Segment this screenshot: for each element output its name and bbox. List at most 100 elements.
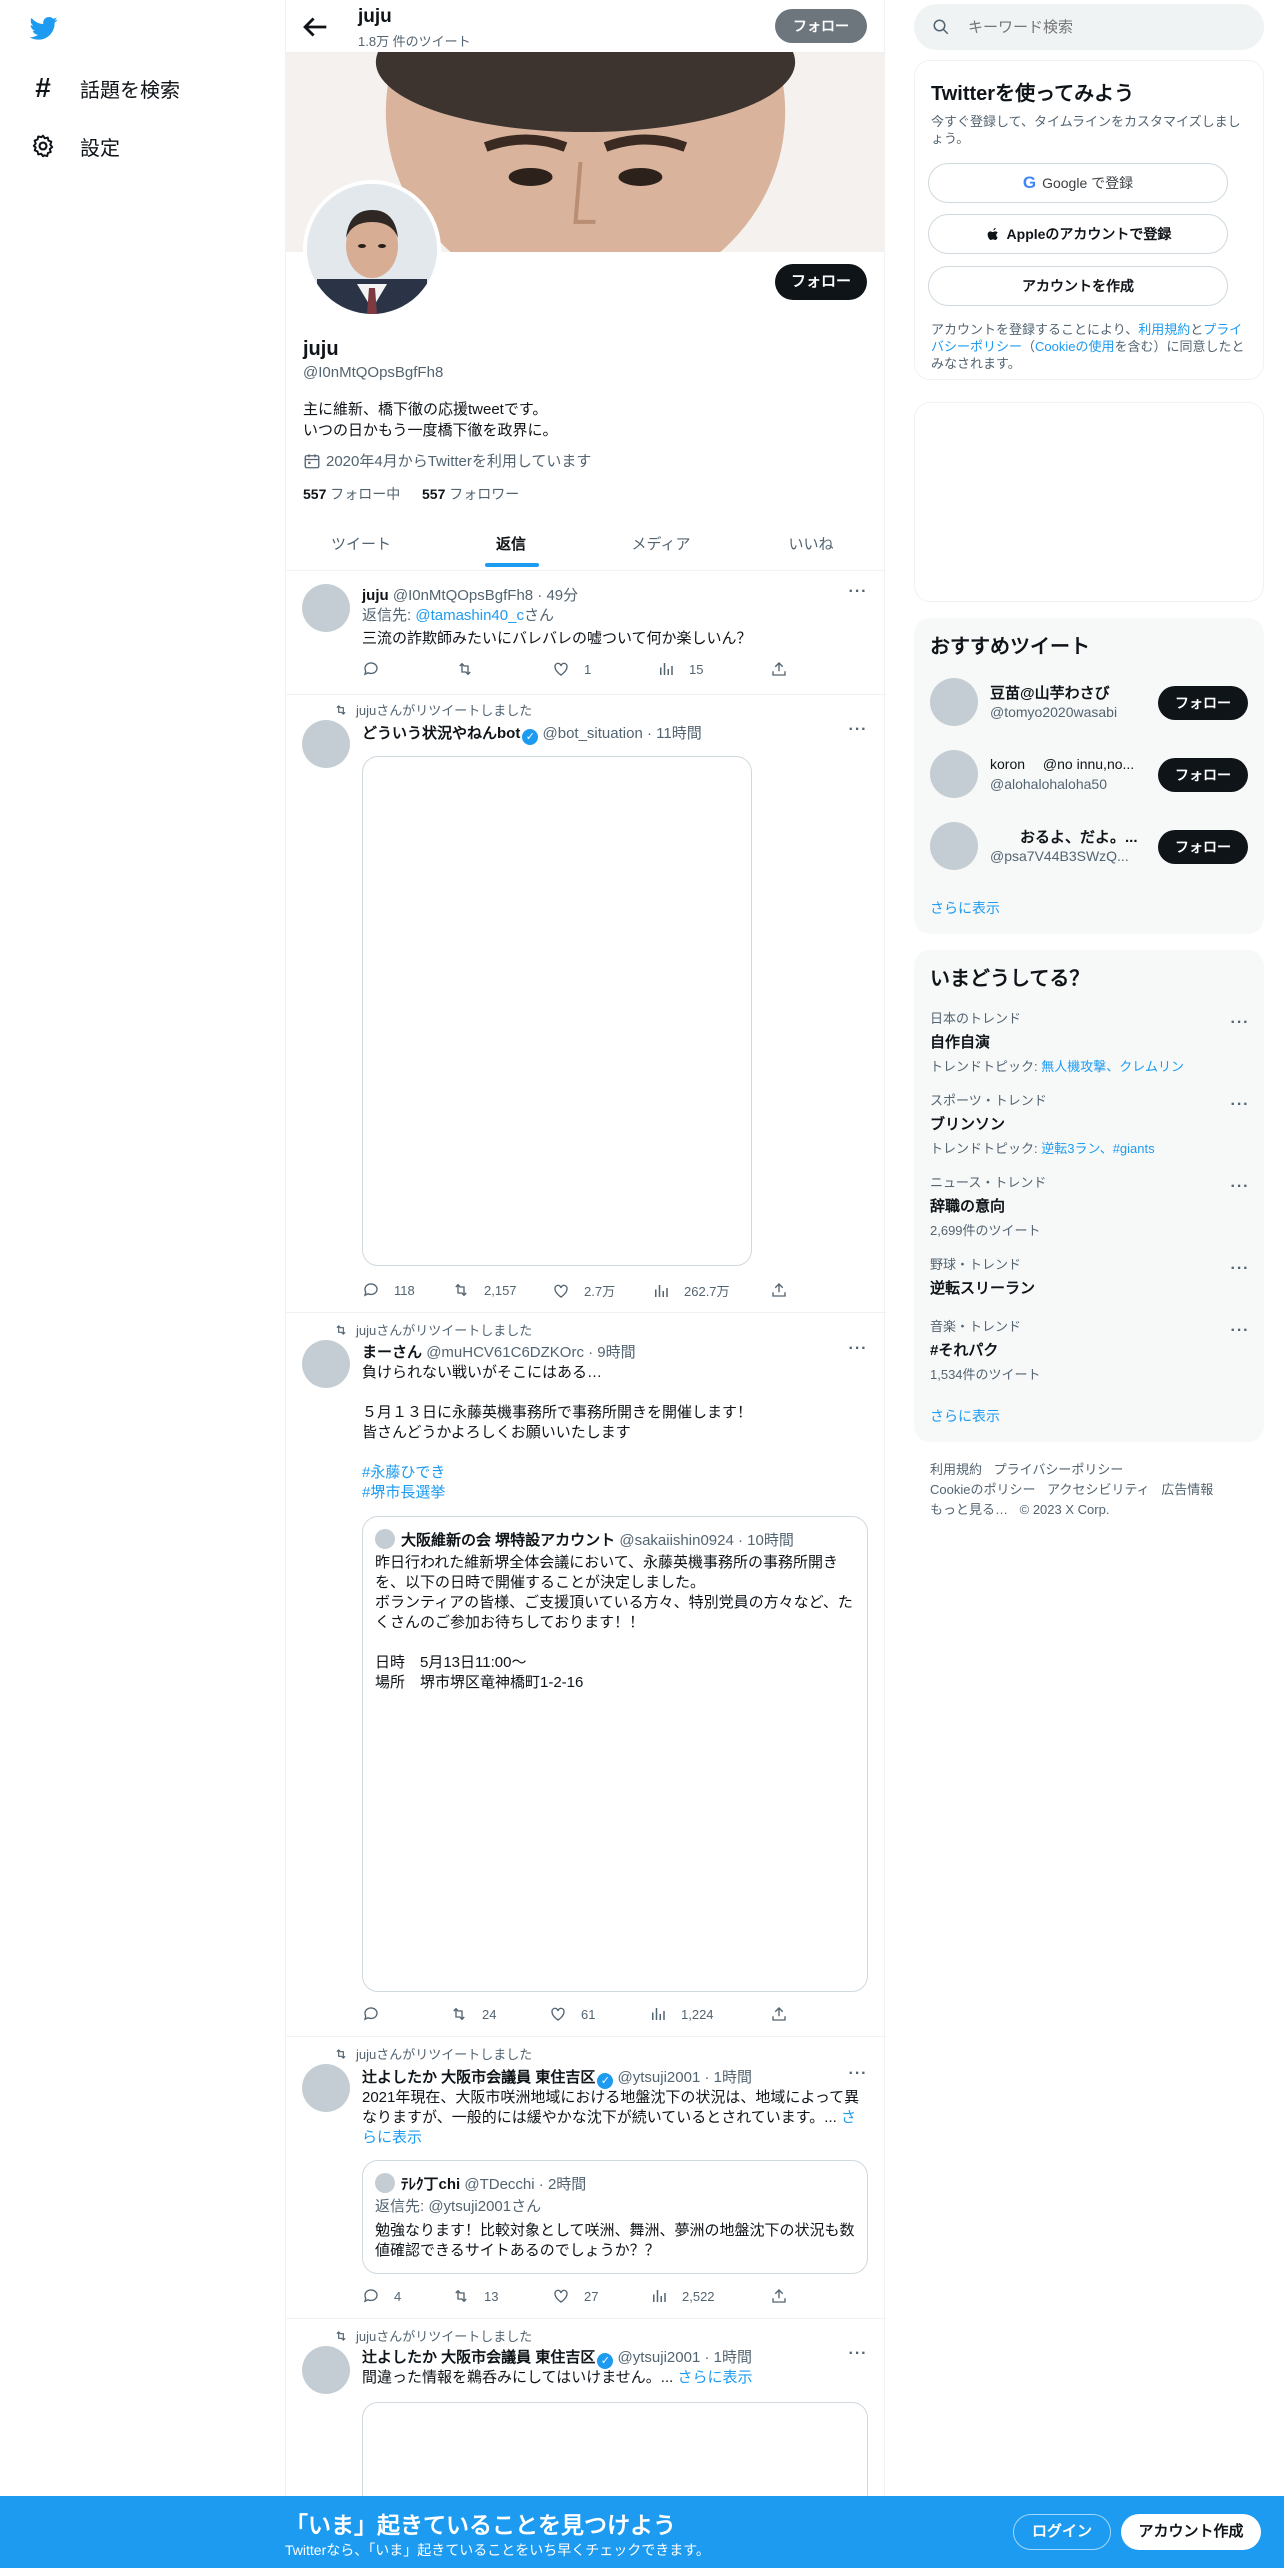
recommend-handle[interactable]: @psa7V44B3SWzQ... xyxy=(990,848,1129,864)
recommend-handle[interactable]: @alohalohaloha50 xyxy=(990,776,1107,792)
tweet-time[interactable]: 11時間 xyxy=(656,725,702,742)
profile-following[interactable]: 557 フォロー中 xyxy=(303,484,400,504)
recommend-name[interactable]: koron @no innu,no... xyxy=(990,754,1150,774)
footer-cookie-link[interactable]: Cookieのポリシー xyxy=(930,1482,1035,1497)
recommend-name[interactable]: おるよ、だよ。... xyxy=(990,826,1150,847)
views-action[interactable]: 262.7万 xyxy=(652,1281,730,1300)
share-action[interactable] xyxy=(770,660,788,678)
cookie-link[interactable]: Cookieの使用 xyxy=(1035,339,1114,354)
more-icon[interactable]: ··· xyxy=(846,2345,870,2363)
tweet-author-handle[interactable]: @ytsuji2001 xyxy=(618,2349,701,2366)
search-input[interactable] xyxy=(968,18,1228,36)
tweet-time[interactable]: 1時間 xyxy=(714,2069,752,2086)
recommend-name[interactable]: 豆苗@山芋わさび xyxy=(990,682,1140,703)
more-icon[interactable]: ··· xyxy=(1228,1014,1252,1032)
tweet-author-name[interactable]: どういう状況やねんbot xyxy=(362,725,520,742)
apple-signup-button[interactable]: Appleのアカウントで登録 xyxy=(928,214,1228,254)
reply-action[interactable]: 4 xyxy=(362,2287,401,2305)
footer-ads-link[interactable]: 広告情報 xyxy=(1161,1482,1213,1497)
tweet-media[interactable] xyxy=(362,756,752,1266)
recommend-show-more[interactable]: さらに表示 xyxy=(930,898,1000,918)
footer-accessibility-link[interactable]: アクセシビリティ xyxy=(1047,1482,1150,1497)
reply-action[interactable] xyxy=(362,660,394,678)
tweet-author-name[interactable]: 辻よしたか 大阪市会議員 東住吉区 xyxy=(362,2349,595,2366)
retweeted-by-text[interactable]: jujuさんがリツイートしました xyxy=(356,2044,532,2063)
tweet-author-name[interactable]: まーさん xyxy=(362,1344,422,1361)
recommend-avatar[interactable] xyxy=(930,750,978,798)
tweet-author-handle[interactable]: @bot_situation xyxy=(543,725,643,742)
trend-item[interactable]: 音楽・トレンド #それパク 1,534件のツイート xyxy=(930,1316,1254,1383)
trends-show-more[interactable]: さらに表示 xyxy=(930,1406,1000,1426)
tweet-author-name[interactable]: juju xyxy=(362,587,389,604)
quote-tweet[interactable]: 大阪維新の会 堺特設アカウント @sakaiishin0924 · 10時間 昨… xyxy=(362,1516,868,1992)
footer-terms-link[interactable]: 利用規約 xyxy=(930,1462,982,1477)
retweet-action[interactable] xyxy=(456,660,488,678)
google-signup-button[interactable]: G Google で登録 xyxy=(928,163,1228,203)
like-action[interactable]: 61 xyxy=(549,2005,595,2023)
like-action[interactable]: 2.7万 xyxy=(552,1281,615,1300)
more-icon[interactable]: ··· xyxy=(846,721,870,739)
more-icon[interactable]: ··· xyxy=(1228,1178,1252,1196)
trend-item[interactable]: スポーツ・トレンド ブリンソン トレンドトピック: 逆転3ラン、#giants xyxy=(930,1090,1254,1157)
recommend-follow-button[interactable]: フォロー xyxy=(1158,686,1248,720)
profile-followers[interactable]: 557 フォロワー xyxy=(422,484,519,504)
recommend-avatar[interactable] xyxy=(930,678,978,726)
tweet-author-handle[interactable]: @I0nMtQOpsBgfFh8 xyxy=(393,587,533,604)
more-icon[interactable]: ··· xyxy=(846,583,870,601)
tweet-time[interactable]: 49分 xyxy=(546,587,578,604)
like-action[interactable]: 27 xyxy=(552,2287,598,2305)
tweet-time[interactable]: 9時間 xyxy=(597,1344,635,1361)
nav-explore[interactable]: # 話題を検索 xyxy=(30,70,180,106)
header-follow-button[interactable]: フォロー xyxy=(775,9,867,43)
views-action[interactable]: 1,224 xyxy=(649,2005,714,2023)
more-icon[interactable]: ··· xyxy=(1228,1096,1252,1114)
reply-to-handle[interactable]: @tamashin40_c xyxy=(415,607,524,624)
tweet-avatar[interactable] xyxy=(302,2064,350,2112)
like-action[interactable]: 1 xyxy=(552,660,591,678)
retweeted-by-text[interactable]: jujuさんがリツイートしました xyxy=(356,1320,532,1339)
recommend-handle[interactable]: @tomyo2020wasabi xyxy=(990,704,1117,720)
more-icon[interactable]: ··· xyxy=(846,2065,870,2083)
more-icon[interactable]: ··· xyxy=(1228,1322,1252,1340)
signup-button[interactable]: アカウント作成 xyxy=(1121,2514,1261,2550)
trend-item[interactable]: 日本のトレンド 自作自演 トレンドトピック: 無人機攻撃、クレムリン xyxy=(930,1008,1254,1075)
recommend-avatar[interactable] xyxy=(930,822,978,870)
tweet-author-handle[interactable]: @muHCV61C6DZKOrc xyxy=(426,1344,584,1361)
retweet-action[interactable]: 24 xyxy=(450,2005,496,2023)
tweet-author-handle[interactable]: @ytsuji2001 xyxy=(618,2069,701,2086)
show-more-link[interactable]: さらに表示 xyxy=(677,2369,752,2386)
trend-topic-links[interactable]: 無人機攻撃、クレムリン xyxy=(1041,1059,1184,1074)
retweet-action[interactable]: 2,157 xyxy=(452,1281,517,1299)
hashtag-link[interactable]: #永藤ひでき xyxy=(362,1463,445,1483)
more-icon[interactable]: ··· xyxy=(846,1340,870,1358)
tweet-avatar[interactable] xyxy=(302,584,350,632)
twitter-logo[interactable] xyxy=(28,14,62,44)
profile-avatar[interactable] xyxy=(303,180,441,318)
profile-follow-button[interactable]: フォロー xyxy=(775,264,867,300)
trend-item[interactable]: 野球・トレンド 逆転スリーラン xyxy=(930,1254,1254,1298)
recommend-follow-button[interactable]: フォロー xyxy=(1158,758,1248,792)
share-action[interactable] xyxy=(770,2287,788,2305)
trend-item[interactable]: ニュース・トレンド 辞職の意向 2,699件のツイート xyxy=(930,1172,1254,1239)
hashtag-link[interactable]: #堺市長選挙 xyxy=(362,1483,445,1503)
views-action[interactable]: 15 xyxy=(657,660,703,678)
reply-action[interactable] xyxy=(362,2005,394,2023)
retweet-action[interactable]: 13 xyxy=(452,2287,498,2305)
share-action[interactable] xyxy=(770,1281,788,1299)
tweet-avatar[interactable] xyxy=(302,2346,350,2394)
tweet-time[interactable]: 1時間 xyxy=(714,2349,752,2366)
back-button[interactable] xyxy=(298,10,332,44)
trend-topic-links[interactable]: 逆転3ラン、#giants xyxy=(1041,1141,1154,1156)
quote-tweet[interactable]: ﾃﾚｸ丁chi @TDecchi · 2時間 返信先: @ytsuji2001さ… xyxy=(362,2160,868,2274)
terms-link[interactable]: 利用規約 xyxy=(1138,322,1190,337)
footer-privacy-link[interactable]: プライバシーポリシー xyxy=(994,1462,1124,1477)
reply-action[interactable]: 118 xyxy=(362,1281,415,1299)
tweet-avatar[interactable] xyxy=(302,720,350,768)
tweet-avatar[interactable] xyxy=(302,1340,350,1388)
tweet-author-name[interactable]: 辻よしたか 大阪市会議員 東住吉区 xyxy=(362,2069,595,2086)
retweeted-by-text[interactable]: jujuさんがリツイートしました xyxy=(356,700,532,719)
search-box[interactable] xyxy=(914,4,1264,50)
more-icon[interactable]: ··· xyxy=(1228,1260,1252,1278)
recommend-follow-button[interactable]: フォロー xyxy=(1158,830,1248,864)
nav-settings[interactable]: 設定 xyxy=(30,128,120,164)
